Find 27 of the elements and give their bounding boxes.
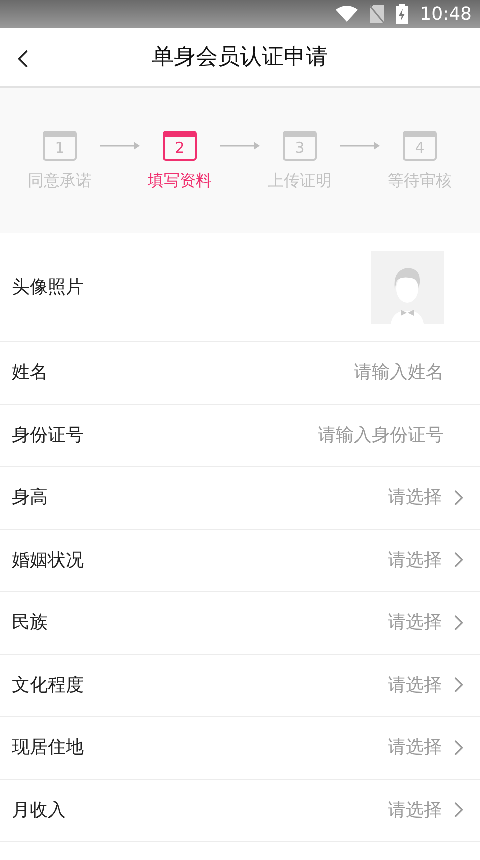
arrow-icon [220, 142, 260, 150]
field-label: 身高 [12, 486, 48, 510]
step-label[interactable]: 填写资料 [148, 169, 212, 193]
field-label: 月收入 [12, 798, 66, 823]
select-value[interactable]: 请选择 [388, 609, 442, 636]
select-value[interactable]: 请选择 [388, 484, 442, 512]
wifi-icon [336, 6, 358, 22]
page-title: 单身会员认证申请 [152, 44, 328, 72]
arrow-icon [340, 142, 380, 150]
field-label: 姓名 [12, 361, 48, 386]
battery-charging-icon [396, 4, 408, 24]
no-sim-icon [370, 5, 384, 23]
input-field[interactable]: 请输入身份证号 [244, 422, 444, 449]
field-label: 民族 [12, 611, 48, 636]
field-label: 现居住地 [12, 736, 84, 760]
clock-time: 10:48 [420, 2, 472, 26]
field-label: 婚姻状况 [12, 548, 84, 573]
input-field[interactable]: 请输入姓名 [244, 359, 444, 386]
select-value[interactable]: 请选择 [388, 672, 442, 699]
field-label: 文化程度 [12, 674, 84, 698]
select-value[interactable]: 请选择 [388, 546, 442, 574]
select-value[interactable]: 请选择 [388, 734, 442, 762]
calendar-step: 2 [163, 131, 197, 161]
field-label: 身份证号 [12, 424, 84, 448]
arrow-icon [100, 142, 140, 150]
select-value[interactable]: 请选择 [388, 796, 442, 824]
field-label: 头像照片 [12, 276, 84, 300]
